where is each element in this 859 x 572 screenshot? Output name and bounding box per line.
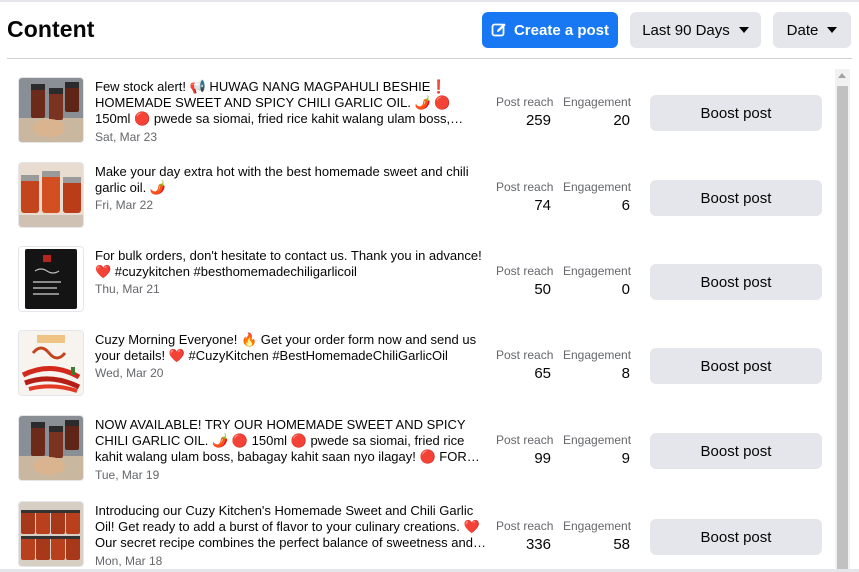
post-thumbnail[interactable] [18,162,84,228]
post-text[interactable]: NOW AVAILABLE! TRY OUR HOMEMADE SWEET AN… [95,417,487,465]
post-reach-value: 259 [525,112,551,129]
engagement-label: Engagement [563,180,632,194]
content-header: Content Create a post Last 90 Days Date [0,2,859,58]
post-reach-value: 65 [534,365,551,382]
post-reach-label: Post reach [496,433,554,447]
post-thumbnail[interactable] [18,77,84,143]
create-post-label: Create a post [513,21,610,39]
post-date: Tue, Mar 19 [95,468,160,482]
engagement-label: Engagement [563,519,632,533]
post-date: Sat, Mar 23 [95,130,158,144]
post-date: Thu, Mar 21 [95,282,160,296]
page-title: Content [7,16,95,42]
date-range-label: Last 90 Days [642,21,730,39]
post-reach-value: 99 [534,450,551,467]
post-row[interactable]: NOW AVAILABLE! TRY OUR HOMEMADE SWEET AN… [7,407,835,491]
post-list: Few stock alert! 📢 HUWAG NANG MAGPAHULI … [7,69,835,572]
boost-post-button[interactable]: Boost post [650,519,822,555]
post-reach-label: Post reach [496,519,554,533]
post-reach-label: Post reach [496,264,554,278]
post-text[interactable]: Introducing our Cuzy Kitchen's Homemade … [95,503,487,551]
create-post-button[interactable]: Create a post [482,12,618,48]
post-row[interactable]: Introducing our Cuzy Kitchen's Homemade … [7,493,835,572]
post-thumbnail[interactable] [18,246,84,312]
engagement-label: Engagement [563,264,632,278]
post-thumbnail[interactable] [18,415,84,481]
scrollbar[interactable] [835,69,850,572]
post-row[interactable]: Make your day extra hot with the best ho… [7,154,835,238]
post-text[interactable]: Make your day extra hot with the best ho… [95,164,487,196]
post-row[interactable]: Cuzy Morning Everyone! 🔥 Get your order … [7,322,835,406]
post-thumbnail[interactable] [18,501,84,567]
engagement-value: 0 [621,281,630,298]
boost-post-button[interactable]: Boost post [650,95,822,131]
engagement-label: Engagement [563,95,632,109]
boost-post-button[interactable]: Boost post [650,264,822,300]
post-text[interactable]: Cuzy Morning Everyone! 🔥 Get your order … [95,332,487,364]
post-date: Wed, Mar 20 [95,366,164,380]
caret-down-icon [738,27,749,33]
engagement-value: 6 [621,197,630,214]
engagement-label: Engagement [563,433,632,447]
post-thumbnail[interactable] [18,330,84,396]
header-divider [7,58,852,59]
post-row[interactable]: For bulk orders, don't hesitate to conta… [7,238,835,322]
boost-post-button[interactable]: Boost post [650,180,822,216]
engagement-value: 8 [621,365,630,382]
post-reach-label: Post reach [496,180,554,194]
post-reach-value: 336 [525,536,551,553]
boost-post-button[interactable]: Boost post [650,348,822,384]
edit-icon [491,22,507,38]
sort-dropdown[interactable]: Date [773,12,851,48]
post-text[interactable]: For bulk orders, don't hesitate to conta… [95,248,487,280]
post-reach-value: 74 [534,197,551,214]
engagement-value: 9 [621,450,630,467]
post-date: Fri, Mar 22 [95,198,154,212]
post-reach-value: 50 [534,281,551,298]
post-text[interactable]: Few stock alert! 📢 HUWAG NANG MAGPAHULI … [95,79,487,127]
post-reach-label: Post reach [496,348,554,362]
boost-post-button[interactable]: Boost post [650,433,822,469]
date-range-dropdown[interactable]: Last 90 Days [630,12,761,48]
post-reach-label: Post reach [496,95,554,109]
caret-down-icon [827,27,838,33]
scroll-up-arrow-icon[interactable] [838,73,846,78]
sort-label: Date [786,21,819,39]
post-row[interactable]: Few stock alert! 📢 HUWAG NANG MAGPAHULI … [7,69,835,153]
engagement-value: 20 [613,112,630,129]
engagement-label: Engagement [563,348,632,362]
engagement-value: 58 [613,536,630,553]
post-date: Mon, Mar 18 [95,554,163,568]
scrollbar-thumb[interactable] [837,86,848,570]
